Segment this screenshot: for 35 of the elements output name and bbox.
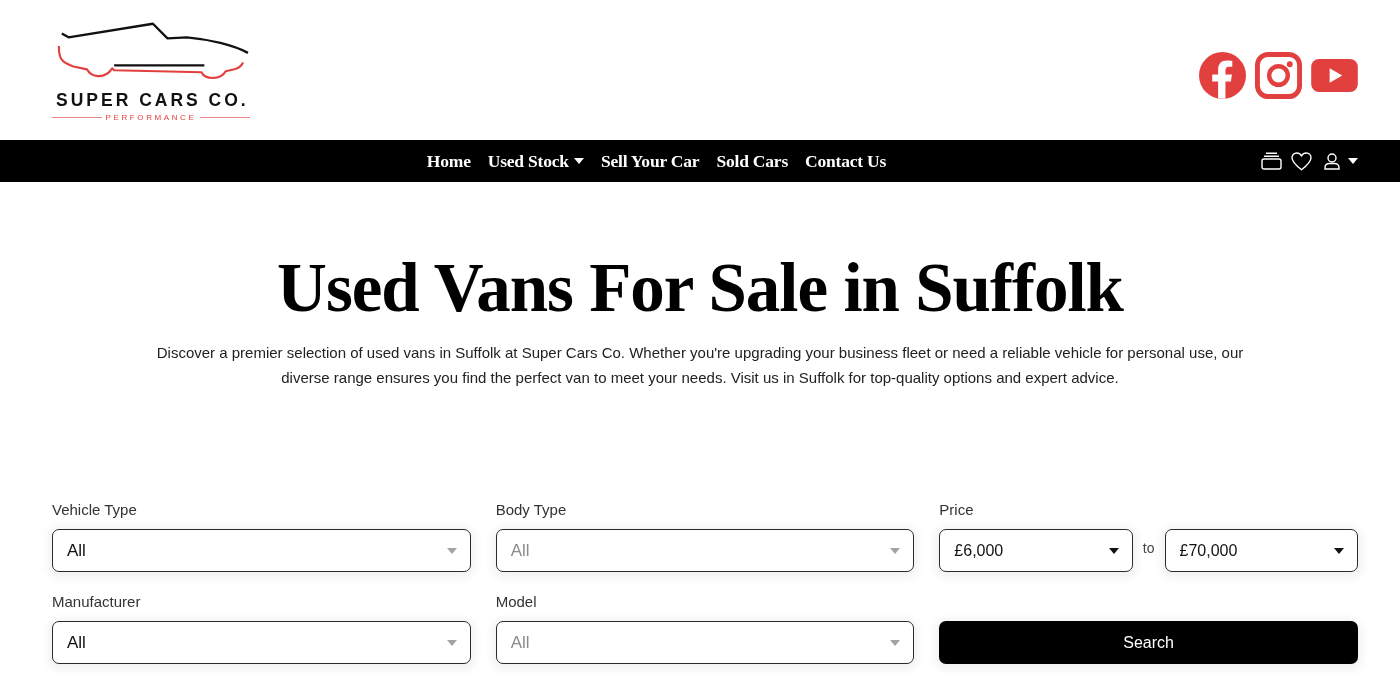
field-label: Model — [495, 592, 538, 612]
nav-link[interactable]: Home — [426, 150, 471, 172]
caret-icon — [1348, 158, 1358, 164]
caret-icon — [446, 639, 457, 646]
instagram-icon[interactable] — [1255, 51, 1302, 99]
caret-icon — [890, 547, 901, 554]
user-icon — [1324, 152, 1340, 170]
field-label: Manufacturer — [52, 592, 142, 612]
account-menu-button[interactable] — [1324, 152, 1358, 170]
youtube-icon[interactable] — [1311, 58, 1358, 92]
stacked-cards-icon[interactable] — [1261, 152, 1282, 170]
range-separator: to — [1142, 538, 1155, 557]
caret-icon — [1108, 547, 1119, 554]
dropdown[interactable]: All — [52, 621, 471, 664]
dropdown[interactable]: All — [52, 529, 471, 572]
search-button[interactable]: Search — [939, 621, 1358, 664]
heart-icon[interactable] — [1291, 151, 1312, 171]
intro-paragraph: Discover a premier selection of used vans in Suffolk at Super Cars Co. Whether you're upgrading your business fleet or need a reliable vehicle for personal use, our diverse range ensures you find the perfect van to meet your needs. Visit us in Suffolk for top-quality options and expert advice. — [155, 343, 1245, 388]
caret-icon — [890, 639, 901, 646]
caret-icon — [1334, 547, 1344, 554]
nav-link[interactable]: Used Stock — [487, 150, 584, 172]
caret-icon — [446, 547, 457, 554]
dropdown[interactable]: £6,000 — [939, 529, 1133, 572]
facebook-icon[interactable] — [1199, 51, 1246, 99]
field-label: Body Type — [495, 500, 568, 520]
page-title: Used Vans For Sale in Suffolk — [277, 249, 1123, 328]
brand-tagline: PERFORMANCE — [105, 112, 197, 123]
nav-link[interactable]: Contact Us — [805, 150, 887, 172]
field-label: Price — [939, 500, 975, 520]
nav-link[interactable]: Sell Your Car — [600, 150, 700, 172]
brand-name: SUPER CARS CO. — [56, 89, 250, 110]
dropdown[interactable]: £70,000 — [1164, 529, 1358, 572]
nav-link[interactable]: Sold Cars — [716, 150, 789, 172]
field-label: Vehicle Type — [52, 500, 138, 520]
caret-icon — [573, 158, 584, 164]
